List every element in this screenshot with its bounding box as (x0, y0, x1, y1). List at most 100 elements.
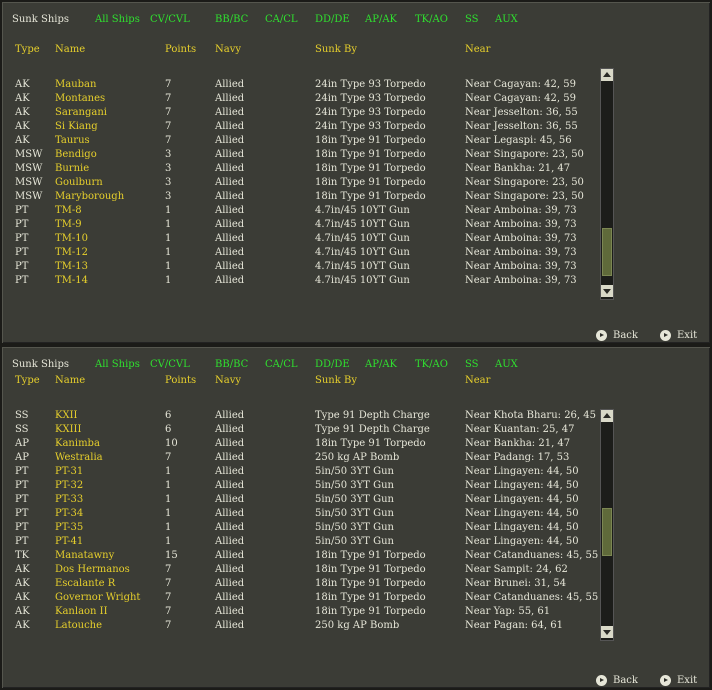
cell-name: TM-13 (55, 261, 89, 272)
table-row[interactable]: AK Si Kiang 7 Allied 24in Type 93 Torpedo Nea… (2, 121, 592, 135)
table-row[interactable]: PT TM-10 1 Allied 4.7in/45 10YT Gun Near Ambo… (2, 233, 592, 247)
filter-tab-aux[interactable]: AUX (495, 14, 518, 26)
filter-tab-all-ships[interactable]: All Ships (95, 359, 140, 371)
table-row[interactable]: PT TM-8 1 Allied 4.7in/45 10YT Gun Near Amboi… (2, 205, 592, 219)
cell-points: 7 (165, 578, 172, 589)
filter-tab-ca-cl[interactable]: CA/CL (265, 14, 298, 26)
back-button[interactable]: Back (596, 675, 638, 686)
cell-navy: Allied (215, 564, 245, 575)
table-row[interactable]: AK Governor Wright 7 Allied 18in Type 91 Tor… (2, 592, 598, 606)
filter-tab-ca-cl[interactable]: CA/CL (265, 359, 298, 371)
table-row[interactable]: PT TM-14 1 Allied 4.7in/45 10YT Gun Near Ambo… (2, 275, 592, 289)
filter-tab-tk-ao[interactable]: TK/AO (415, 359, 448, 371)
table-row[interactable]: AK Escalante R 7 Allied 18in Type 91 Torpedo… (2, 578, 592, 592)
filter-tab-cv-cvl[interactable]: CV/CVL (150, 359, 190, 371)
filter-tab-cv-cvl[interactable]: CV/CVL (150, 14, 190, 26)
column-header-name[interactable]: Name (55, 375, 85, 387)
cell-name: TM-12 (55, 247, 89, 258)
column-header-navy[interactable]: Navy (215, 44, 241, 56)
cell-type: PT (15, 275, 29, 286)
table-row[interactable]: MSW Burnie 3 Allied 18in Type 91 Torpedo Near… (2, 163, 592, 177)
table-row[interactable]: SS KXII 6 Allied Type 91 Depth Charge Near Kh… (2, 410, 596, 424)
table-row[interactable]: AK Latouche 7 Allied 250 kg AP Bomb Near Paga… (2, 620, 592, 634)
column-header-sunk-by[interactable]: Sunk By (315, 375, 357, 387)
column-header-sunk-by[interactable]: Sunk By (315, 44, 357, 56)
column-header-type[interactable]: Type (15, 375, 40, 387)
back-button[interactable]: Back (596, 330, 638, 341)
column-header-name[interactable]: Name (55, 44, 85, 56)
column-header-type[interactable]: Type (15, 44, 40, 56)
column-header-near[interactable]: Near (465, 375, 490, 387)
cell-type: AK (15, 121, 30, 132)
cell-navy: Allied (215, 606, 245, 617)
cell-type: PT (15, 205, 29, 216)
table-row[interactable]: AK Sarangani 7 Allied 24in Type 93 Torpedo Ne… (2, 107, 592, 121)
cell-points: 1 (165, 261, 172, 272)
table-row[interactable]: AK Montanes 7 Allied 24in Type 93 Torpedo Nea… (2, 93, 592, 107)
filter-tab-ss[interactable]: SS (465, 359, 479, 371)
cell-navy: Allied (215, 522, 245, 533)
table-row[interactable]: PT TM-12 1 Allied 4.7in/45 10YT Gun Near Ambo… (2, 247, 592, 261)
cell-name: Sarangani (55, 107, 107, 118)
cell-sunk-by: 24in Type 93 Torpedo (315, 93, 426, 104)
cell-type: AK (15, 578, 30, 589)
filter-tab-bb-bc[interactable]: BB/BC (215, 14, 248, 26)
table-row[interactable]: MSW Goulburn 3 Allied 18in Type 91 Torpedo Ne… (2, 177, 592, 191)
table-row[interactable]: AP Kanimba 10 Allied 18in Type 91 Torpedo Nea… (2, 438, 592, 452)
cell-sunk-by: 4.7in/45 10YT Gun (315, 233, 410, 244)
filter-tab-ap-ak[interactable]: AP/AK (365, 359, 397, 371)
column-header-points[interactable]: Points (165, 375, 196, 387)
filter-tab-bb-bc[interactable]: BB/BC (215, 359, 248, 371)
scroll-thumb[interactable] (602, 507, 612, 556)
column-header-points[interactable]: Points (165, 44, 196, 56)
table-row[interactable]: PT PT-35 1 Allied 5in/50 3YT Gun Near Lingaye… (2, 522, 592, 536)
scrollbar[interactable] (600, 68, 614, 300)
scroll-down-arrow-icon[interactable] (601, 626, 613, 638)
scroll-up-arrow-icon[interactable] (601, 69, 613, 81)
exit-button[interactable]: Exit (660, 330, 697, 341)
table-row[interactable]: PT PT-41 1 Allied 5in/50 3YT Gun Near Lingaye… (2, 536, 592, 550)
filter-tab-all-ships[interactable]: All Ships (95, 14, 140, 26)
exit-button[interactable]: Exit (660, 675, 697, 686)
cell-points: 7 (165, 620, 172, 631)
table-row[interactable]: AP Westralia 7 Allied 250 kg AP Bomb Near Pad… (2, 452, 592, 466)
cell-near: Near Singapore: 23, 50 (465, 149, 584, 160)
scroll-thumb[interactable] (602, 228, 612, 277)
cell-sunk-by: 5in/50 3YT Gun (315, 536, 394, 547)
cell-name: Governor Wright (55, 592, 141, 603)
table-row[interactable]: PT PT-34 1 Allied 5in/50 3YT Gun Near Lingaye… (2, 508, 592, 522)
cell-name: PT-34 (55, 508, 84, 519)
table-row[interactable]: MSW Bendigo 3 Allied 18in Type 91 Torpedo Nea… (2, 149, 592, 163)
filter-tab-dd-de[interactable]: DD/DE (315, 14, 350, 26)
table-row[interactable]: SS KXIII 6 Allied Type 91 Depth Charge Near K… (2, 424, 592, 438)
filter-tab-aux[interactable]: AUX (495, 359, 518, 371)
table-row[interactable]: PT TM-9 1 Allied 4.7in/45 10YT Gun Near Amboi… (2, 219, 592, 233)
table-row[interactable]: PT PT-33 1 Allied 5in/50 3YT Gun Near Lingaye… (2, 494, 592, 508)
column-header-near[interactable]: Near (465, 44, 490, 56)
filter-tab-dd-de[interactable]: DD/DE (315, 359, 350, 371)
cell-type: AK (15, 135, 30, 146)
cell-points: 6 (165, 424, 172, 435)
table-row[interactable]: AK Mauban 7 Allied 24in Type 93 Torpedo Near … (2, 79, 592, 93)
cell-navy: Allied (215, 592, 245, 603)
scroll-up-arrow-icon[interactable] (601, 410, 613, 422)
table-row[interactable]: PT PT-32 1 Allied 5in/50 3YT Gun Near Lingaye… (2, 480, 592, 494)
cell-near: Near Lingayen: 44, 50 (465, 480, 579, 491)
table-row[interactable]: AK Taurus 7 Allied 18in Type 91 Torpedo Near … (2, 135, 592, 149)
cell-sunk-by: 4.7in/45 10YT Gun (315, 247, 410, 258)
filter-tab-ap-ak[interactable]: AP/AK (365, 14, 397, 26)
table-row[interactable]: AK Dos Hermanos 7 Allied 18in Type 91 Torped… (2, 564, 592, 578)
cell-type: AK (15, 592, 30, 603)
cell-near: Near Lingayen: 44, 50 (465, 508, 579, 519)
table-row[interactable]: PT PT-31 1 Allied 5in/50 3YT Gun Near Lingaye… (2, 466, 592, 480)
cell-name: TM-9 (55, 219, 82, 230)
scrollbar[interactable] (600, 409, 614, 641)
table-row[interactable]: AK Kanlaon II 7 Allied 18in Type 91 Torpedo N… (2, 606, 592, 620)
column-header-navy[interactable]: Navy (215, 375, 241, 387)
scroll-down-arrow-icon[interactable] (601, 285, 613, 297)
filter-tab-ss[interactable]: SS (465, 14, 479, 26)
table-row[interactable]: PT TM-13 1 Allied 4.7in/45 10YT Gun Near Ambo… (2, 261, 592, 275)
table-row[interactable]: TK Manatawny 15 Allied 18in Type 91 Torpedo N… (2, 550, 598, 564)
filter-tab-tk-ao[interactable]: TK/AO (415, 14, 448, 26)
table-row[interactable]: MSW Maryborough 3 Allied 18in Type 91 Torped… (2, 191, 592, 205)
